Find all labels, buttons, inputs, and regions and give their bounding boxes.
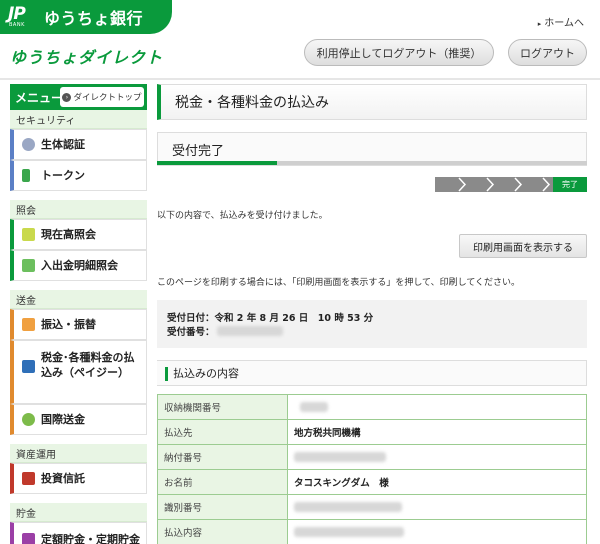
category-security: セキュリティ bbox=[10, 110, 147, 129]
statement-icon bbox=[22, 259, 35, 272]
table-row: 払込先 地方税共同機構 bbox=[157, 419, 587, 445]
sidebar-item-investment[interactable]: 投資信託 bbox=[10, 463, 147, 494]
chevron-right-icon bbox=[458, 177, 467, 192]
category-asset: 資産運用 bbox=[10, 444, 147, 463]
header-divider bbox=[0, 78, 600, 80]
token-icon bbox=[22, 169, 30, 182]
receipt-number: 受付番号： bbox=[167, 324, 577, 338]
receipt-info: 受付日付：令和 2 年 8 月 26 日 10 時 53 分 受付番号： bbox=[157, 300, 587, 348]
investment-icon bbox=[22, 472, 35, 485]
step-pending-bar bbox=[435, 177, 555, 192]
payeasy-icon bbox=[22, 360, 35, 373]
table-row: 収納機関番号 bbox=[157, 394, 587, 420]
table-row: 識別番号 bbox=[157, 494, 587, 520]
sidebar-item-savings[interactable]: 定額貯金・定期貯金 bbox=[10, 522, 147, 544]
chevron-right-icon bbox=[514, 177, 523, 192]
sidebar-item-international[interactable]: 国際送金 bbox=[10, 404, 147, 435]
sidebar-item-statement[interactable]: 入出金明細照会 bbox=[10, 250, 147, 281]
table-row: 納付番号 bbox=[157, 444, 587, 470]
menu-header: メニュー › ダイレクトトップ bbox=[10, 84, 147, 110]
fingerprint-icon bbox=[22, 138, 35, 151]
stop-and-logout-button[interactable]: 利用停止してログアウト（推奨） bbox=[304, 39, 494, 66]
bank-brand-bar[interactable]: JP BANK ゆうちょ銀行 bbox=[0, 0, 172, 34]
balance-icon bbox=[22, 228, 35, 241]
print-instruction: このページを印刷する場合には、「印刷用画面を表示する」を押して、印刷してください… bbox=[157, 278, 521, 288]
print-view-button[interactable]: 印刷用画面を表示する bbox=[459, 234, 587, 258]
progress-bar bbox=[157, 161, 587, 165]
sidebar-item-payeasy[interactable]: 税金･各種料金の払込み（ペイジー） bbox=[10, 340, 147, 404]
main-content: 税金・各種料金の払込み 受付完了 完了 以下の内容で、払込みを受け付けました。 … bbox=[157, 84, 587, 544]
logout-button[interactable]: ログアウト bbox=[508, 39, 587, 66]
menu-label: メニュー bbox=[15, 90, 64, 105]
sidebar-item-transfer[interactable]: 振込・振替 bbox=[10, 309, 147, 340]
progress-label: 受付完了 bbox=[172, 143, 225, 159]
bank-name: ゆうちょ銀行 bbox=[44, 9, 144, 28]
chevron-right-icon: › bbox=[62, 92, 72, 102]
accepted-message: 以下の内容で、払込みを受け付けました。 bbox=[157, 211, 328, 221]
international-icon bbox=[22, 413, 35, 426]
payment-details-table: 収納機関番号 払込先 地方税共同機構 納付番号 お名前 タコスキングダム 様 識別番… bbox=[157, 394, 587, 544]
redacted-value bbox=[294, 452, 386, 462]
jp-bank-logo: JP BANK bbox=[8, 4, 26, 28]
direct-top-button[interactable]: › ダイレクトトップ bbox=[60, 87, 144, 107]
chevron-right-icon bbox=[486, 177, 495, 192]
chevron-right-icon bbox=[542, 177, 551, 192]
redacted-value bbox=[300, 402, 328, 412]
category-inquiry: 照会 bbox=[10, 200, 147, 219]
section-header-payment-details: 払込みの内容 bbox=[157, 360, 587, 386]
step-indicator: 完了 bbox=[435, 177, 587, 192]
page-title: 税金・各種料金の払込み bbox=[157, 84, 587, 120]
step-complete: 完了 bbox=[553, 177, 587, 192]
redacted-value bbox=[294, 527, 404, 537]
yucho-direct-logo[interactable]: ゆうちょダイレクト bbox=[10, 44, 163, 68]
category-savings: 貯金 bbox=[10, 503, 147, 522]
category-remittance: 送金 bbox=[10, 290, 147, 309]
home-link[interactable]: ▸ ホームへ bbox=[538, 14, 584, 29]
savings-icon bbox=[22, 533, 35, 544]
header: JP BANK ゆうちょ銀行 ▸ ホームへ ゆうちょダイレクト 利用停止してログア… bbox=[0, 0, 600, 80]
sidebar-item-token[interactable]: トークン bbox=[10, 160, 147, 191]
table-row: お名前 タコスキングダム 様 bbox=[157, 469, 587, 495]
progress-bar-fill bbox=[157, 161, 278, 165]
receipt-date: 受付日付：令和 2 年 8 月 26 日 10 時 53 分 bbox=[167, 313, 374, 324]
table-row: 払込内容 bbox=[157, 519, 587, 544]
section-marker bbox=[165, 367, 168, 381]
sidebar-item-biometric[interactable]: 生体認証 bbox=[10, 129, 147, 160]
sidebar-menu: メニュー › ダイレクトトップ セキュリティ 生体認証 トークン 照会 現在高照会… bbox=[10, 84, 147, 544]
transfer-icon bbox=[22, 318, 35, 331]
arrow-right-icon: ▸ bbox=[537, 20, 542, 28]
sidebar-item-balance[interactable]: 現在高照会 bbox=[10, 219, 147, 250]
redacted-value bbox=[294, 502, 402, 512]
redacted-value bbox=[216, 326, 283, 336]
